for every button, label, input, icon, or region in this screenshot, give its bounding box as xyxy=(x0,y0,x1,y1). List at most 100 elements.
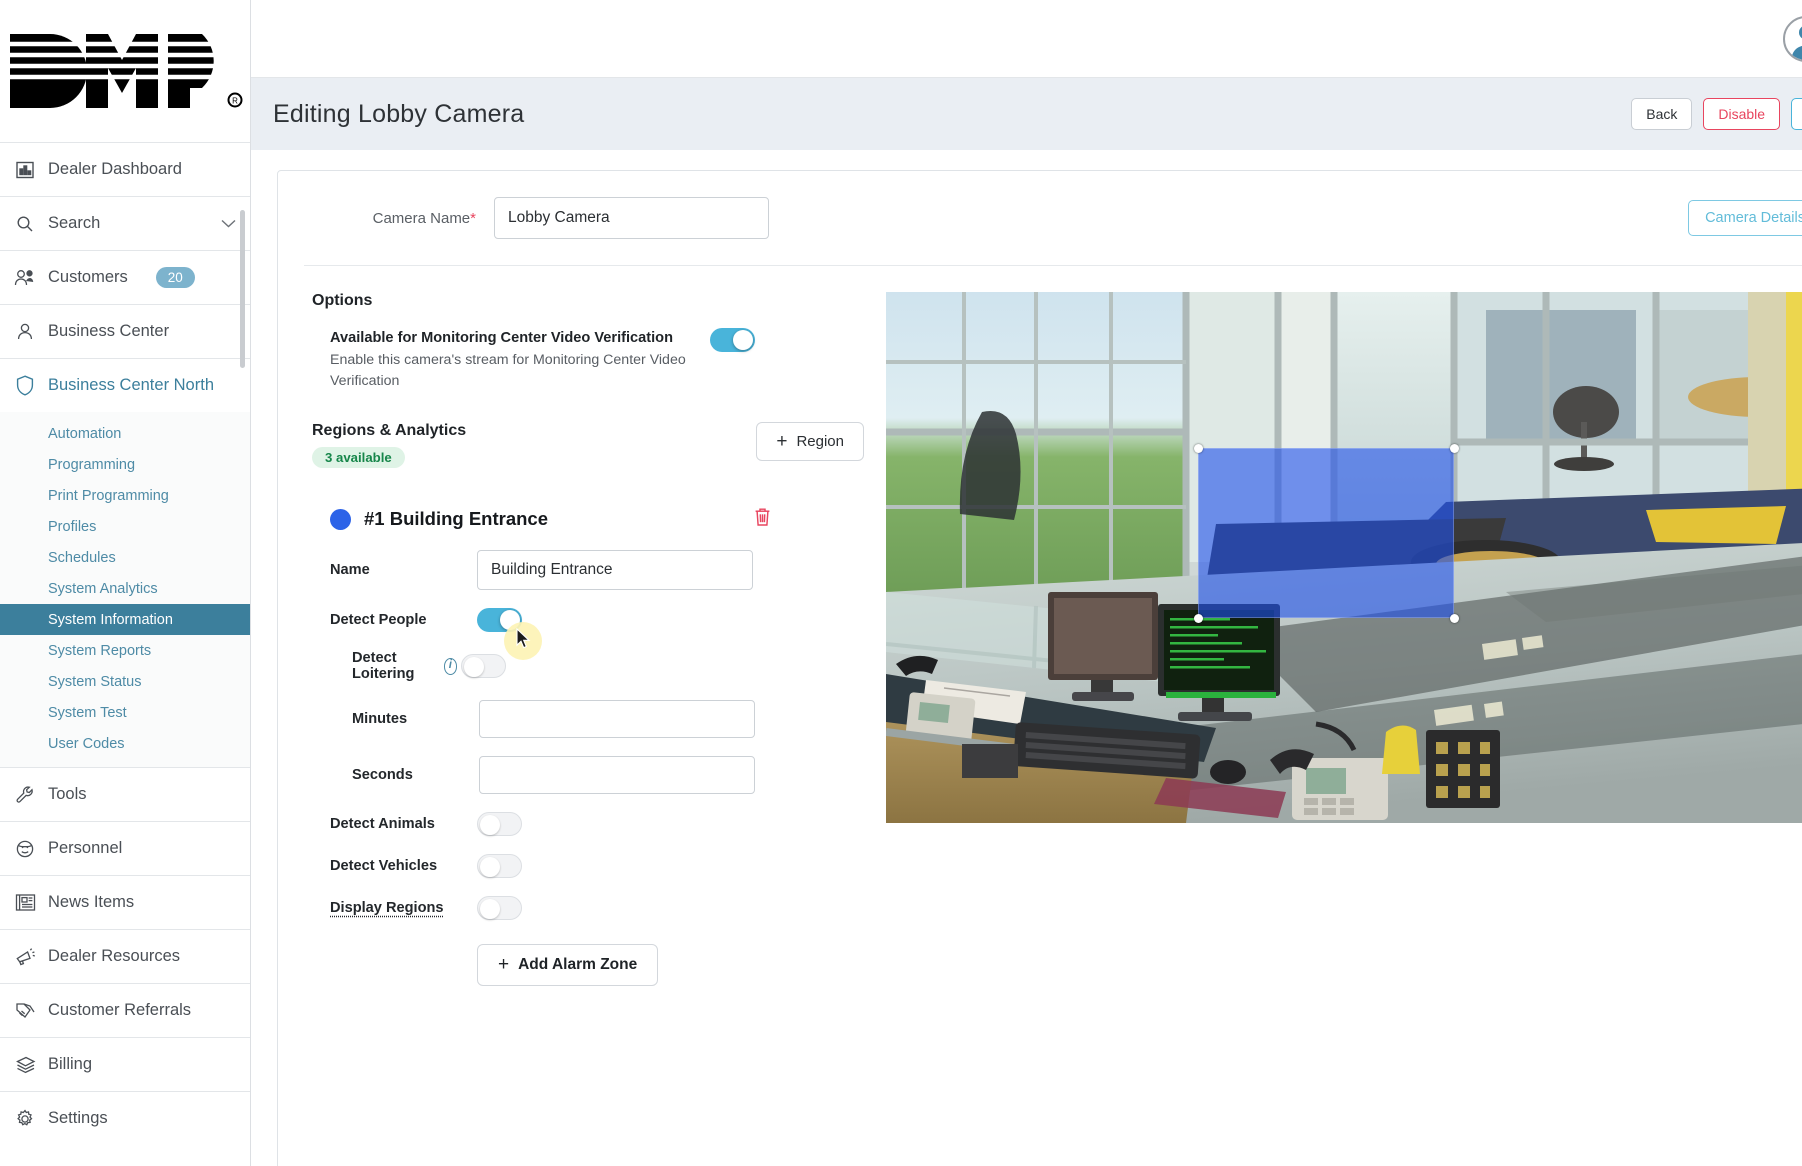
detect-vehicles-toggle[interactable] xyxy=(477,854,522,879)
add-region-button[interactable]: + Region xyxy=(756,422,864,462)
user-menu[interactable] xyxy=(1783,15,1802,62)
sidebar-item-label: Personnel xyxy=(48,839,123,857)
regions-available-badge: 3 available xyxy=(312,447,405,469)
sidebar-item-customer-referrals[interactable]: Customer Referrals xyxy=(0,983,250,1037)
sidebar-subitem-automation[interactable]: Automation xyxy=(0,418,250,449)
video-column xyxy=(864,292,1802,986)
sidebar-subitem-label: User Codes xyxy=(48,735,125,752)
region-title: #1 Building Entrance xyxy=(364,508,548,530)
page-title: Editing Lobby Camera xyxy=(273,99,525,128)
trash-icon[interactable] xyxy=(753,506,772,532)
detect-people-toggle[interactable] xyxy=(477,608,522,633)
sidebar-item-search[interactable]: Search xyxy=(0,196,250,250)
customers-count-badge: 20 xyxy=(155,267,195,288)
sidebar-item-news-items[interactable]: News Items xyxy=(0,875,250,929)
sidebar-item-label: News Items xyxy=(48,893,135,911)
detect-loitering-label: Detect Loitering i xyxy=(312,650,457,682)
toggle-knob xyxy=(480,899,500,920)
detect-people-row: Detect People xyxy=(312,608,864,661)
regions-analytics-titles: Regions & Analytics 3 available xyxy=(312,422,467,469)
sidebar-subitem-label: Profiles xyxy=(48,518,97,535)
sidebar-subitem-system-analytics[interactable]: System Analytics xyxy=(0,573,250,604)
regions-analytics-heading: Regions & Analytics xyxy=(312,422,467,440)
detect-loitering-toggle[interactable] xyxy=(461,654,506,679)
sidebar-subitem-programming[interactable]: Programming xyxy=(0,449,250,480)
settings-column: Options Available for Monitoring Center … xyxy=(304,292,864,987)
sidebar-item-tools[interactable]: Tools xyxy=(0,767,250,821)
add-alarm-zone-button[interactable]: + Add Alarm Zone xyxy=(477,944,659,987)
shield-icon xyxy=(14,375,36,397)
sidebar-subitem-label: System Status xyxy=(48,673,142,690)
detect-loitering-label-text: Detect Loitering xyxy=(352,650,415,683)
svg-text:R: R xyxy=(232,97,238,106)
camera-details-button[interactable]: Camera Details xyxy=(1688,200,1802,236)
minutes-input[interactable] xyxy=(479,700,755,739)
disable-button[interactable]: Disable xyxy=(1703,98,1781,130)
sidebar-item-label: Billing xyxy=(48,1055,93,1073)
sidebar-item-label: Dealer Resources xyxy=(48,947,181,965)
seconds-control xyxy=(479,756,755,795)
sidebar-item-settings[interactable]: Settings xyxy=(0,1091,250,1145)
region-name-text: Building Entrance xyxy=(389,508,549,530)
region-handle-top-left[interactable] xyxy=(1194,444,1203,453)
sidebar-item-label: Business Center xyxy=(48,322,170,340)
camera-name-input[interactable] xyxy=(494,197,769,239)
sidebar-subitem-system-test[interactable]: System Test xyxy=(0,697,250,728)
sidebar-item-customers[interactable]: Customers 20 xyxy=(0,250,250,304)
sidebar-subitem-user-codes[interactable]: User Codes xyxy=(0,728,250,759)
region-handle-bottom-left[interactable] xyxy=(1194,614,1203,623)
sidebar-item-dealer-dashboard[interactable]: Dealer Dashboard xyxy=(0,142,250,196)
sidebar-subitem-system-information[interactable]: System Information xyxy=(0,604,250,635)
toggle-knob xyxy=(500,610,520,631)
dmp-logo[interactable]: R xyxy=(0,0,250,142)
sidebar-subitem-schedules[interactable]: Schedules xyxy=(0,542,250,573)
detect-animals-control xyxy=(477,812,522,837)
region-color-dot[interactable] xyxy=(330,508,351,530)
sidebar-subitem-label: System Analytics xyxy=(48,580,158,597)
display-regions-label[interactable]: Display Regions xyxy=(312,900,457,916)
region-overlay-1[interactable] xyxy=(1198,448,1454,618)
regions-analytics-header: Regions & Analytics 3 available + Region xyxy=(312,422,864,469)
region-index: #1 xyxy=(364,508,385,530)
minutes-control xyxy=(479,700,755,739)
sidebar-subitem-system-reports[interactable]: System Reports xyxy=(0,635,250,666)
sidebar-item-label: Customer Referrals xyxy=(48,1001,192,1019)
monitoring-option-description: Enable this camera's stream for Monitori… xyxy=(330,352,686,390)
region-name-input[interactable] xyxy=(477,550,753,591)
region-name-control xyxy=(477,550,753,591)
sidebar-scrollbar[interactable] xyxy=(240,210,245,368)
sidebar-item-business-center-north[interactable]: Business Center North xyxy=(0,358,250,412)
region-handle-top-right[interactable] xyxy=(1450,444,1459,453)
toggle-knob xyxy=(480,857,500,878)
gear-icon xyxy=(14,1108,36,1130)
sidebar-item-dealer-resources[interactable]: Dealer Resources xyxy=(0,929,250,983)
info-icon[interactable]: i xyxy=(443,657,457,675)
display-regions-toggle[interactable] xyxy=(477,896,522,921)
chevron-down-icon[interactable] xyxy=(221,216,236,231)
sidebar-subitem-label: System Information xyxy=(48,611,173,628)
sidebar-subitem-print-programming[interactable]: Print Programming xyxy=(0,480,250,511)
region-header-1: #1 Building Entrance xyxy=(312,506,864,532)
sidebar-subitem-system-status[interactable]: System Status xyxy=(0,666,250,697)
monitoring-option-text: Available for Monitoring Center Video Ve… xyxy=(330,328,710,392)
back-button[interactable]: Back xyxy=(1631,98,1693,130)
user-avatar-icon xyxy=(1791,26,1802,60)
monitoring-toggle[interactable] xyxy=(710,328,755,352)
megaphone-icon xyxy=(14,946,36,968)
save-button[interactable]: Save xyxy=(1791,98,1802,130)
avatar[interactable] xyxy=(1783,15,1802,62)
toggle-knob xyxy=(464,657,484,678)
page-header: Editing Lobby Camera Back Disable Save xyxy=(251,78,1802,150)
sidebar-item-personnel[interactable]: Personnel xyxy=(0,821,250,875)
sidebar-item-label: Tools xyxy=(48,785,87,803)
sidebar-item-label: Business Center North xyxy=(48,376,214,394)
camera-video-preview[interactable] xyxy=(886,292,1802,823)
sidebar-item-billing[interactable]: Billing xyxy=(0,1037,250,1091)
sidebar-subitem-profiles[interactable]: Profiles xyxy=(0,511,250,542)
region-handle-bottom-right[interactable] xyxy=(1450,614,1459,623)
seconds-input[interactable] xyxy=(479,756,755,795)
camera-name-label: Camera Name* xyxy=(304,210,494,227)
sidebar-item-label: Dealer Dashboard xyxy=(48,160,182,178)
sidebar-item-business-center[interactable]: Business Center xyxy=(0,304,250,358)
detect-animals-toggle[interactable] xyxy=(477,812,522,837)
